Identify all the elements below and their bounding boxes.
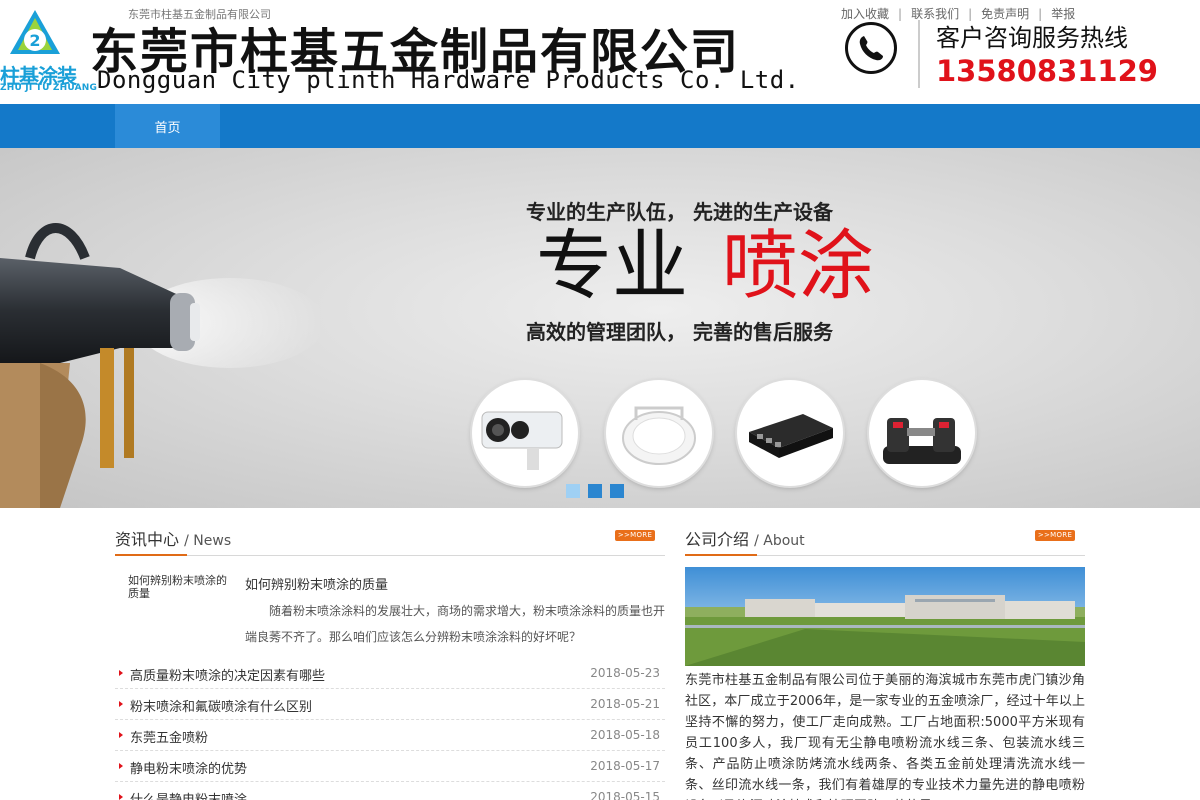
bullet-arrow-icon [119, 701, 123, 707]
slide-indicators [566, 484, 624, 498]
news-item-date: 2018-05-15 [590, 790, 660, 800]
spray-gun-icon [0, 223, 320, 508]
list-item[interactable]: 粉末喷涂和氟碳喷涂有什么区别 2018-05-21 [115, 689, 665, 720]
title-underline [685, 554, 757, 556]
dumbbell-icon [869, 380, 975, 486]
news-list: 高质量粉末喷涂的决定因素有哪些 2018-05-23 粉末喷涂和氟碳喷涂有什么区… [115, 658, 665, 800]
about-title-cn: 公司介绍 [685, 530, 750, 549]
news-item-title[interactable]: 东莞五金喷粉 [130, 727, 208, 746]
news-feature-title[interactable]: 如何辨别粉末喷涂的质量 [245, 574, 388, 593]
bullet-arrow-icon [119, 794, 123, 800]
news-feature-summary: 随着粉末喷涂涂料的发展壮大，商场的需求增大，粉末喷涂涂料的质量也开端良莠不齐了。… [245, 604, 666, 644]
news-item-date: 2018-05-23 [590, 666, 660, 680]
downlight-icon [606, 380, 712, 486]
hotline-divider [918, 20, 920, 88]
news-title-cn: 资讯中心 [115, 530, 180, 549]
camera-icon [472, 380, 578, 486]
about-panel-title: 公司介绍 / About [685, 526, 805, 550]
list-item[interactable]: 什么是静电粉末喷涂 2018-05-15 [115, 782, 665, 800]
about-more-button[interactable]: >>MORE [1035, 530, 1075, 541]
about-title-en: / About [754, 533, 805, 549]
content-area: 资讯中心 / News >>MORE 如何辨别粉末喷涂的质量 如何辨别粉末喷涂的… [0, 508, 1200, 800]
news-item-title[interactable]: 粉末喷涂和氟碳喷涂有什么区别 [130, 696, 312, 715]
logo-text-en: ZHU JI TU ZHUANG [0, 83, 98, 93]
news-panel-header: 资讯中心 / News >>MORE [115, 524, 665, 556]
news-item-date: 2018-05-18 [590, 728, 660, 742]
bullet-arrow-icon [119, 670, 123, 676]
separator: | [898, 7, 903, 21]
news-title-en: / News [184, 533, 232, 549]
news-item-title[interactable]: 高质量粉末喷涂的决定因素有哪些 [130, 665, 325, 684]
hotline-label: 客户咨询服务热线 [936, 24, 1128, 52]
list-item[interactable]: 高质量粉末喷涂的决定因素有哪些 2018-05-23 [115, 658, 665, 689]
banner-headline-red: 喷涂 [722, 221, 874, 310]
news-panel-title: 资讯中心 / News [115, 526, 231, 550]
news-more-button[interactable]: >>MORE [615, 530, 655, 541]
list-item[interactable]: 静电粉末喷涂的优势 2018-05-17 [115, 751, 665, 782]
about-text: 东莞市柱基五金制品有限公司位于美丽的海滨城市东莞市虎门镇沙角社区，本厂成立于20… [685, 673, 1085, 800]
banner-headline-black: 专业 [536, 221, 688, 310]
news-item-date: 2018-05-21 [590, 697, 660, 711]
banner-headline: 专业 喷涂 [536, 224, 874, 308]
factory-photo [685, 567, 1085, 666]
company-name-en: Dongguan City plinth Hardware Products C… [97, 66, 800, 94]
phone-icon [845, 22, 897, 74]
svg-text:2: 2 [29, 31, 40, 50]
hotline-number: 13580831129 [936, 54, 1158, 88]
logo-icon: 2 [10, 10, 60, 54]
hero-banner[interactable]: 专业的生产队伍， 先进的生产设备 专业 喷涂 高效的管理团队， 完善的售后服务 [0, 148, 1200, 508]
banner-slogan-bottom: 高效的管理团队， 完善的售后服务 [526, 320, 833, 344]
news-item-title[interactable]: 静电粉末喷涂的优势 [130, 758, 247, 777]
site-header: 2 柱基涂装 ZHU JI TU ZHUANG 东莞市柱基五金制品有限公司 东莞… [0, 0, 1200, 104]
add-favorite-link[interactable]: 加入收藏 [838, 7, 892, 21]
news-item-date: 2018-05-17 [590, 759, 660, 773]
network-switch-icon [737, 380, 843, 486]
slide-dot-3[interactable] [610, 484, 624, 498]
main-nav: 首页 [0, 104, 1200, 148]
site-logo[interactable]: 2 柱基涂装 ZHU JI TU ZHUANG [0, 8, 97, 94]
title-underline [115, 554, 187, 556]
bullet-arrow-icon [119, 763, 123, 769]
slide-dot-2[interactable] [588, 484, 602, 498]
list-item[interactable]: 东莞五金喷粉 2018-05-18 [115, 720, 665, 751]
bullet-arrow-icon [119, 732, 123, 738]
nav-item-home[interactable]: 首页 [115, 104, 220, 148]
news-item-title[interactable]: 什么是静电粉末喷涂 [130, 789, 247, 800]
news-feature-side-title[interactable]: 如何辨别粉末喷涂的质量 [128, 574, 232, 600]
slide-dot-1[interactable] [566, 484, 580, 498]
about-panel-header: 公司介绍 / About >>MORE [685, 524, 1085, 556]
